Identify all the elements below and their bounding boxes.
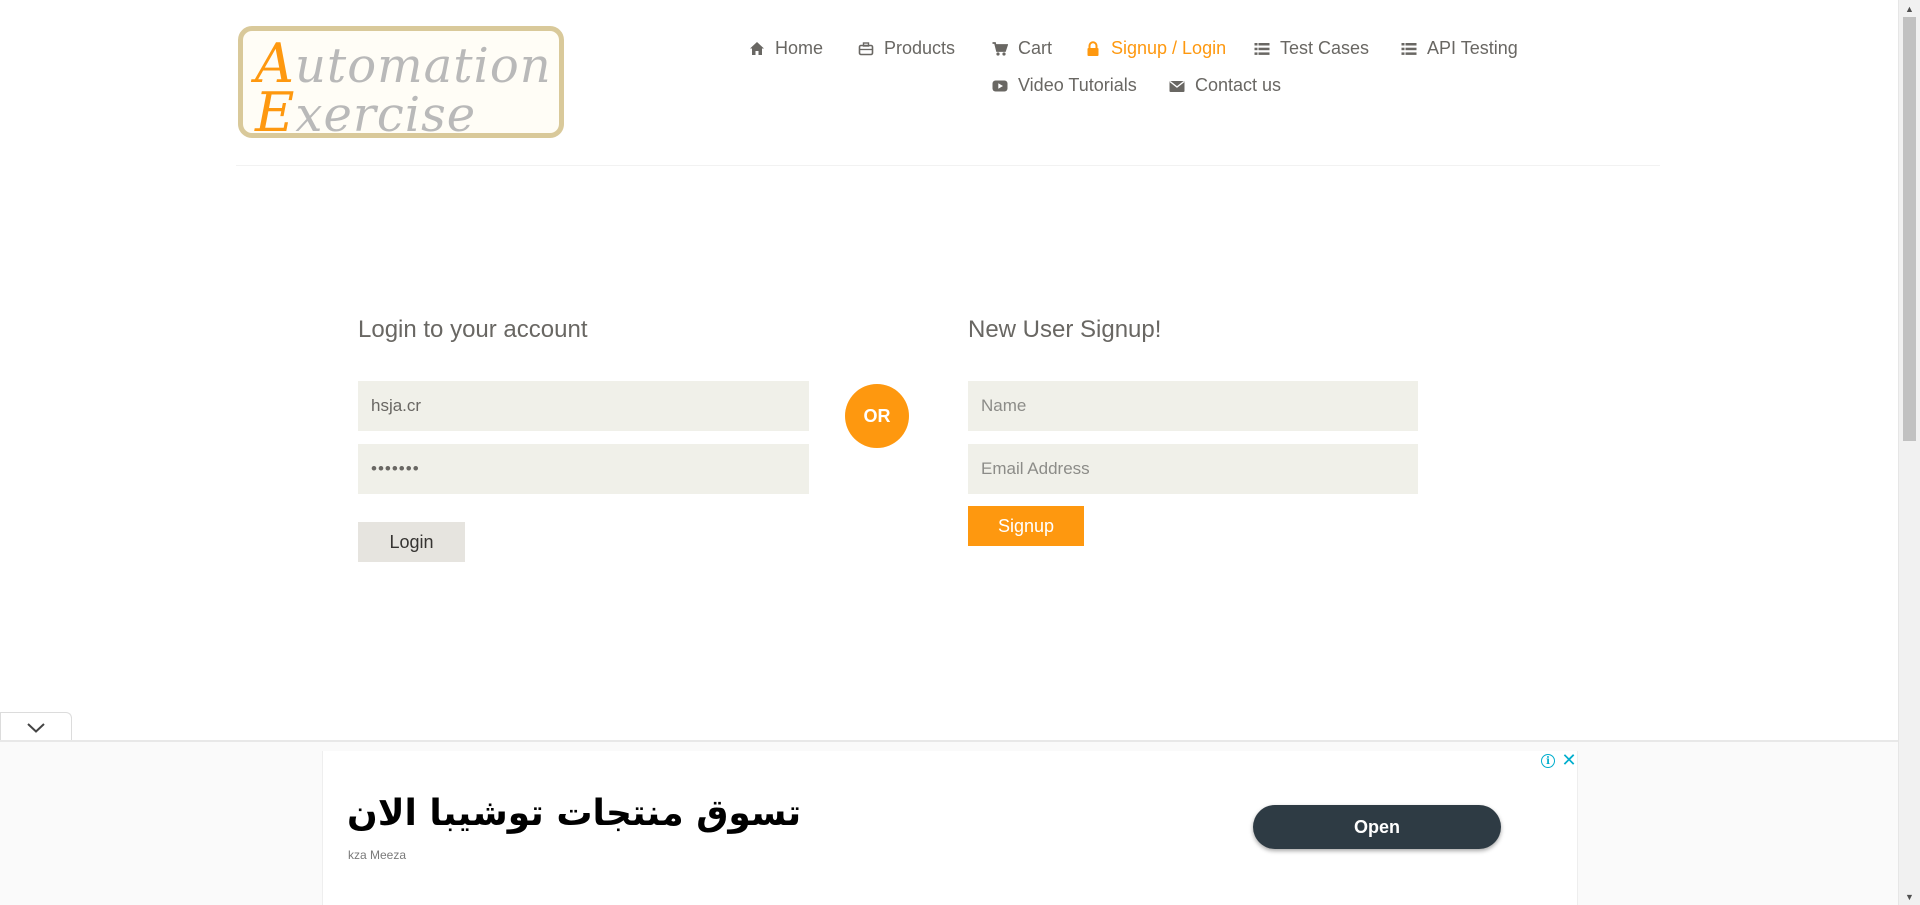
signup-name-input[interactable] <box>968 381 1418 431</box>
ad-collapse-toggle[interactable] <box>0 712 72 742</box>
ad-headline[interactable]: تسوق منتجات توشيبا الان <box>347 793 801 834</box>
login-email-input[interactable] <box>358 381 809 431</box>
ad-advertiser: kza Meeza <box>348 848 407 862</box>
lock-icon <box>1087 40 1099 56</box>
nav-products[interactable]: Products <box>858 38 955 59</box>
signup-button[interactable]: Signup <box>968 506 1084 546</box>
logo-line-2: Exercise <box>255 81 477 144</box>
login-title: Login to your account <box>358 316 588 343</box>
login-button[interactable]: Login <box>358 522 465 562</box>
ad-banner[interactable]: تسوق منتجات توشيبا الان kza Meeza Open i… <box>322 751 1578 905</box>
home-icon <box>750 41 764 55</box>
nav-home[interactable]: Home <box>749 38 823 59</box>
envelope-icon <box>1169 80 1185 92</box>
list-icon <box>1401 42 1417 55</box>
nav-test-cases[interactable]: Test Cases <box>1254 38 1369 59</box>
signup-email-input[interactable] <box>968 444 1418 494</box>
ad-info-icon[interactable]: i <box>1541 754 1555 768</box>
chevron-down-icon <box>27 722 45 733</box>
nav-home-label: Home <box>775 38 824 58</box>
ad-open-button[interactable]: Open <box>1253 805 1501 849</box>
nav-signup-login-label: Signup / Login <box>1111 38 1227 58</box>
briefcase-icon <box>858 41 874 55</box>
header-divider <box>236 165 1660 166</box>
nav-api-testing[interactable]: API Testing <box>1401 38 1518 59</box>
nav-contact-us[interactable]: Contact us <box>1169 75 1281 96</box>
youtube-play-icon <box>992 80 1008 91</box>
or-divider-badge: OR <box>845 384 909 448</box>
scroll-up-arrow-icon[interactable]: ▲ <box>1899 0 1920 17</box>
list-icon <box>1254 42 1270 55</box>
nav-test-cases-label: Test Cases <box>1280 38 1370 58</box>
scroll-down-arrow-icon[interactable]: ▼ <box>1899 888 1920 905</box>
page-scrollbar[interactable]: ▲ ▼ <box>1898 0 1920 905</box>
logo-line-1: Automation <box>255 32 552 95</box>
login-password-input[interactable] <box>358 444 809 494</box>
signup-title: New User Signup! <box>968 316 1162 343</box>
nav-video-tutorials[interactable]: Video Tutorials <box>992 75 1137 96</box>
site-logo[interactable]: Automation Exercise <box>238 26 564 144</box>
ad-close-icon[interactable]: ✕ <box>1561 751 1577 769</box>
nav-signup-login[interactable]: Signup / Login <box>1085 38 1226 59</box>
nav-video-tutorials-label: Video Tutorials <box>1018 75 1137 95</box>
nav-cart[interactable]: Cart <box>992 38 1052 59</box>
nav-contact-us-label: Contact us <box>1195 75 1282 95</box>
nav-products-label: Products <box>884 38 956 58</box>
scrollbar-thumb[interactable] <box>1903 17 1916 441</box>
nav-cart-label: Cart <box>1018 38 1053 58</box>
nav-api-testing-label: API Testing <box>1427 38 1518 58</box>
cart-icon <box>992 41 1008 56</box>
